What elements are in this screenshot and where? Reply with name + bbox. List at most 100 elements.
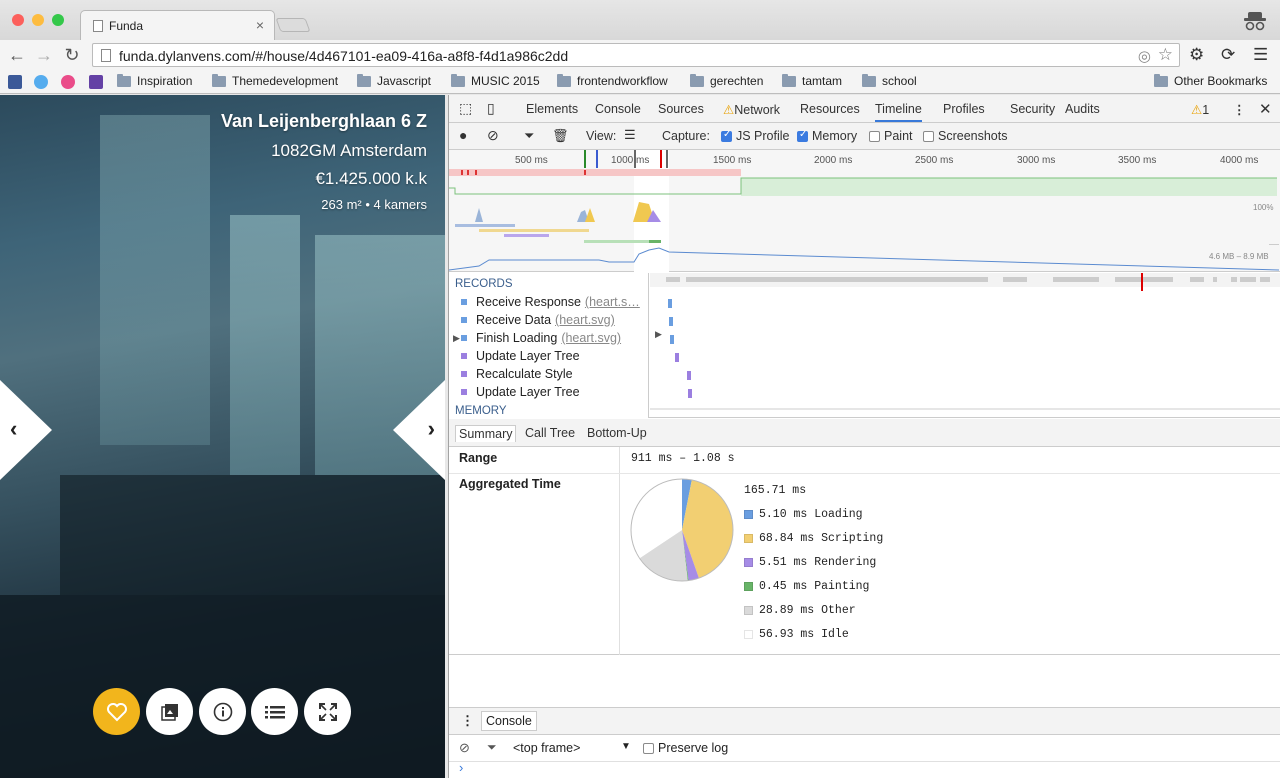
tab-summary[interactable]: Summary (455, 425, 517, 442)
timeline-record[interactable]: Update Layer Tree (461, 385, 580, 399)
screenshots-checkbox[interactable]: Screenshots (923, 129, 1007, 143)
previous-photo-button[interactable]: ‹ (0, 380, 52, 480)
reload-icon[interactable]: ↻ (61, 43, 83, 67)
tab-resources[interactable]: Resources (800, 102, 860, 116)
console-filter-icon[interactable]: ⏷ (487, 740, 497, 755)
legend-text: 0.45 ms Painting (759, 580, 870, 593)
tab-console[interactable]: Console (595, 102, 641, 116)
tab-profiles[interactable]: Profiles (943, 102, 985, 116)
close-tab-icon[interactable]: × (256, 17, 264, 33)
expand-arrow-icon[interactable]: ▶ (453, 333, 460, 344)
record-bar[interactable] (675, 353, 679, 362)
facebook-icon[interactable] (8, 75, 22, 89)
back-icon[interactable]: ← (6, 43, 28, 67)
location-icon[interactable]: ◎ (1138, 47, 1151, 65)
twitch-icon[interactable] (89, 75, 103, 89)
tab-bottom-up[interactable]: Bottom-Up (584, 425, 650, 441)
twitter-icon[interactable] (34, 75, 48, 89)
preserve-log-checkbox[interactable]: Preserve log (643, 741, 728, 755)
timeline-record[interactable]: Receive Data (heart.svg) (461, 313, 615, 327)
photos-button[interactable] (146, 688, 193, 735)
devtools-menu-icon[interactable]: ⋮ (1233, 102, 1246, 117)
memory-checkbox[interactable]: Memory (797, 129, 857, 143)
forward-icon[interactable]: → (33, 43, 55, 67)
devtools-panel: ⬚ ▯ Elements Console Sources ⚠Network Re… (448, 95, 1280, 778)
tab-drawer-console[interactable]: Console (481, 711, 537, 731)
dropdown-arrow-icon[interactable]: ▼ (621, 741, 631, 752)
menu-icon[interactable]: ☰ (1253, 45, 1268, 65)
chevron-left-icon: ‹ (10, 416, 18, 441)
drawer-menu-icon[interactable]: ⋮ (461, 713, 474, 729)
bookmark-folder-tamtam[interactable]: tamtam (782, 73, 842, 88)
filter-icon[interactable]: ⏷ (524, 128, 534, 144)
record-bar[interactable] (670, 335, 674, 344)
clear-icon[interactable]: ⊘ (487, 127, 499, 144)
timeline-record[interactable]: Update Layer Tree (461, 349, 580, 363)
records-panel: RECORDS Receive Response (heart.s… Receive… (449, 273, 1280, 418)
bookmark-folder-music[interactable]: MUSIC 2015 (451, 73, 540, 88)
extension-gear-icon[interactable]: ⚙ (1189, 45, 1204, 65)
tab-sources[interactable]: Sources (658, 102, 704, 116)
tab-audits[interactable]: Audits (1065, 102, 1100, 116)
clear-console-icon[interactable]: ⊘ (459, 740, 470, 756)
flamechart-view-icon[interactable]: ☰ (624, 127, 636, 143)
expand-arrow-icon[interactable]: ▶ (655, 329, 662, 340)
extension-sync-icon[interactable]: ⟳ (1221, 45, 1235, 65)
checkbox-icon (643, 742, 654, 754)
zoom-window-button[interactable] (52, 14, 64, 26)
legend-item: 68.84 ms Scripting (744, 532, 883, 545)
dribbble-icon[interactable] (61, 75, 75, 89)
device-mode-icon[interactable]: ▯ (487, 100, 495, 117)
legend-item: 5.10 ms Loading (744, 508, 863, 521)
address-bar[interactable]: funda.dylanvens.com/#/house/4d467101-ea0… (92, 43, 1180, 67)
minimize-window-button[interactable] (32, 14, 44, 26)
bookmark-folder-javascript[interactable]: Javascript (357, 73, 431, 88)
timeline-record[interactable]: Receive Response (heart.s… (461, 295, 640, 309)
bookmark-folder-gerechten[interactable]: gerechten (690, 73, 763, 88)
tab-timeline[interactable]: Timeline (875, 102, 922, 122)
record-resource-link[interactable]: (heart.s… (585, 295, 640, 309)
record-icon[interactable]: ● (459, 127, 467, 143)
ruler-tick: 3500 ms (1118, 155, 1157, 166)
bookmark-folder-frontendworkflow[interactable]: frontendworkflow (557, 73, 668, 88)
record-bar[interactable] (687, 371, 691, 380)
paint-checkbox[interactable]: Paint (869, 129, 913, 143)
page-info-icon[interactable] (101, 49, 111, 62)
list-button[interactable] (251, 688, 298, 735)
bookmark-folder-school[interactable]: school (862, 73, 917, 88)
new-tab-button[interactable] (275, 18, 311, 32)
timeline-overview[interactable]: 500 ms 1000 ms 1500 ms 2000 ms 2500 ms 3… (449, 150, 1280, 272)
record-label: Receive Data (476, 313, 552, 327)
legend-text: 5.51 ms Rendering (759, 556, 877, 569)
gallery-icon (160, 703, 178, 721)
other-bookmarks[interactable]: Other Bookmarks (1154, 73, 1267, 88)
tab-call-tree[interactable]: Call Tree (522, 425, 578, 441)
house-photo-viewer: Van Leijenberghlaan 6 Z 1082GM Amsterdam… (0, 95, 445, 778)
close-window-button[interactable] (12, 14, 24, 26)
records-flamechart (650, 273, 1280, 410)
record-resource-link[interactable]: (heart.svg) (561, 331, 621, 345)
frame-select[interactable]: <top frame> (513, 741, 580, 755)
trash-icon[interactable]: 🗑 (552, 128, 569, 144)
warnings-counter[interactable]: ⚠1 (1191, 102, 1209, 117)
record-resource-link[interactable]: (heart.svg) (555, 313, 615, 327)
fullscreen-button[interactable] (304, 688, 351, 735)
js-profile-checkbox[interactable]: JS Profile (721, 129, 790, 143)
bookmark-folder-inspiration[interactable]: Inspiration (117, 73, 192, 88)
bookmark-star-icon[interactable]: ☆ (1158, 45, 1173, 65)
browser-tab[interactable]: Funda × (80, 10, 275, 40)
timeline-record[interactable]: Recalculate Style (461, 367, 573, 381)
favorite-button[interactable] (93, 688, 140, 735)
tab-elements[interactable]: Elements (526, 102, 578, 116)
record-bar[interactable] (668, 299, 672, 308)
bookmark-folder-themedevelopment[interactable]: Themedevelopment (212, 73, 338, 88)
record-bar[interactable] (669, 317, 673, 326)
tab-network[interactable]: ⚠Network (723, 102, 780, 117)
info-button[interactable] (199, 688, 246, 735)
tab-security[interactable]: Security (1010, 102, 1055, 116)
inspect-element-icon[interactable]: ⬚ (459, 100, 472, 117)
console-prompt[interactable]: › (449, 760, 1280, 778)
close-devtools-icon[interactable]: ✕ (1259, 100, 1272, 118)
record-bar[interactable] (688, 389, 692, 398)
timeline-record[interactable]: ▶ Finish Loading (heart.svg) (453, 331, 621, 345)
